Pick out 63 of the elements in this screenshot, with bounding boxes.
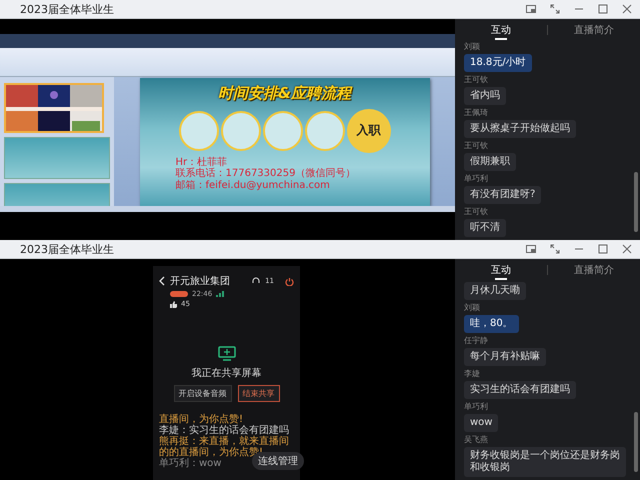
- close-icon[interactable]: [622, 244, 632, 254]
- share-status: 我正在共享屏幕: [192, 366, 262, 380]
- audio-button[interactable]: 开启设备音频: [174, 385, 232, 402]
- user-name: 吴飞燕: [464, 435, 489, 445]
- contact-line: 邮箱：feifei.du@yumchina.com: [176, 180, 331, 191]
- user-name: 刘颖: [464, 303, 481, 313]
- thumbs-up-icon: [170, 300, 177, 308]
- slide-thumbnail[interactable]: [4, 137, 110, 179]
- back-icon[interactable]: [159, 276, 165, 286]
- chat-bubble: 每个月有补贴嘛: [464, 348, 546, 366]
- picture-in-picture-icon[interactable]: [526, 5, 536, 13]
- user-name: 单巧利: [464, 402, 489, 412]
- user-name: 单巧利: [464, 174, 489, 184]
- chat-bubble: 财务收银岗是一个岗位还是财务岗和收银岗: [464, 447, 626, 477]
- window-title: 2023届全体毕业生: [20, 2, 115, 16]
- chat-bubble: 月休几天嘞: [464, 282, 526, 300]
- chat-bubble: 18.8元/小时: [464, 54, 532, 72]
- scrollbar[interactable]: [634, 412, 638, 472]
- signal-icon: [216, 291, 224, 297]
- user-name: 李婕: [464, 369, 481, 379]
- tab[interactable]: 互动: [455, 260, 547, 280]
- window-title: 2023届全体毕业生: [20, 242, 115, 256]
- host-name: 开元旅业集团: [170, 274, 231, 288]
- tab[interactable]: 直播简介: [548, 260, 640, 280]
- monitor-icon: [218, 346, 236, 361]
- user-name: 任宇静: [464, 336, 489, 346]
- chat-comment: 单巧利：wow: [159, 458, 222, 469]
- chat-bubble: 有没有团建呀?: [464, 186, 542, 204]
- contact-line: Hr：杜菲菲: [176, 156, 228, 168]
- chat-comment: 李婕：实习生的话会有团建吗: [159, 425, 289, 436]
- chat-bubble: 听不清: [464, 219, 506, 237]
- user-name: 王可钦: [464, 141, 489, 151]
- user-name: 王佩琦: [464, 108, 489, 118]
- collapse-icon[interactable]: [550, 4, 560, 14]
- chat-bubble: 省内吗: [464, 87, 506, 105]
- chat-bubble: 哇，80。: [464, 315, 519, 333]
- chat-bubble: 要从擦桌子开始做起吗: [464, 120, 576, 138]
- headset-icon: [252, 277, 260, 285]
- close-icon[interactable]: [622, 4, 632, 14]
- chat-bubble: wow: [464, 414, 498, 432]
- user-name: 王可钦: [464, 75, 489, 85]
- step-circle: 入职: [346, 108, 390, 152]
- step-circle: [262, 110, 302, 150]
- stop-share-button[interactable]: 结束共享: [238, 385, 280, 402]
- chat-comment: 直播间，为你点赞!: [159, 414, 244, 425]
- live-badge: [170, 291, 188, 297]
- maximize-icon[interactable]: [598, 244, 608, 254]
- user-name: 刘颖: [464, 42, 481, 52]
- tab[interactable]: 互动: [455, 20, 547, 40]
- maximize-icon[interactable]: [598, 4, 608, 14]
- step-circle: [178, 110, 218, 150]
- scrollbar[interactable]: [634, 172, 638, 232]
- power-icon[interactable]: [285, 276, 294, 286]
- step-circle: [220, 110, 260, 150]
- collapse-icon[interactable]: [550, 244, 560, 254]
- step-circle: [304, 110, 344, 150]
- tab[interactable]: 直播简介: [548, 20, 640, 40]
- picture-in-picture-icon[interactable]: [526, 245, 536, 253]
- chat-bubble: 假期兼职: [464, 153, 516, 171]
- chat-bubble: 实习生的话会有团建吗: [464, 381, 576, 399]
- slide-title: 时间安排&应聘流程: [218, 84, 352, 102]
- contact-line: 联系电话：17767330259（微信同号）: [176, 168, 356, 180]
- user-name: 王可钦: [464, 207, 489, 217]
